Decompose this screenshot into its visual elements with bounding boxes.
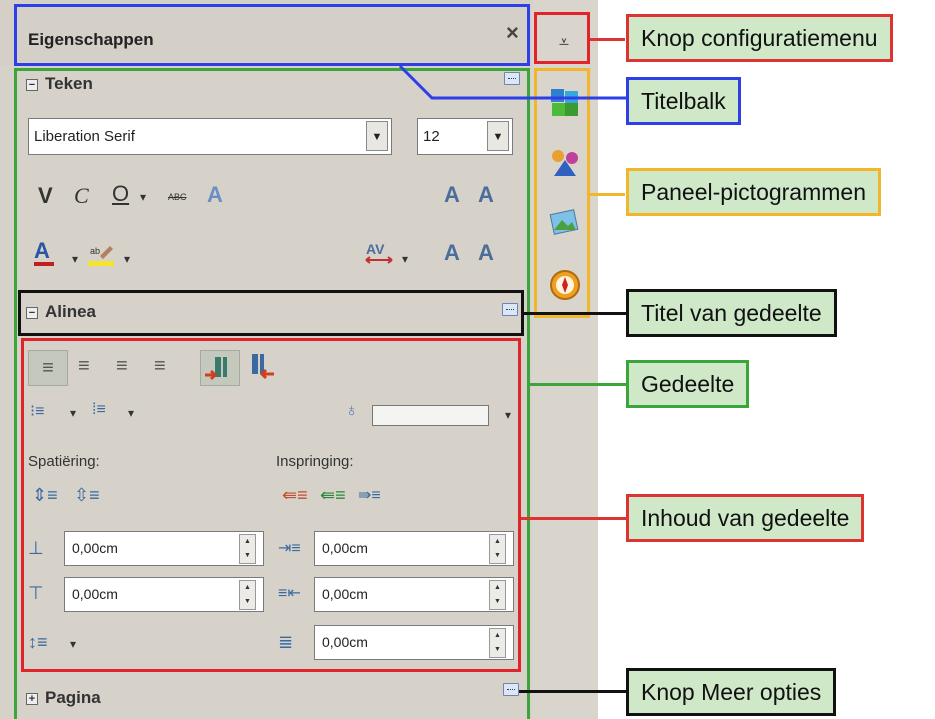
connector-section-title bbox=[524, 312, 628, 315]
panel-icons-highlight bbox=[534, 68, 590, 318]
callout-section-content: Inhoud van gedeelte bbox=[626, 494, 865, 542]
callout-panel-icons: Paneel-pictogrammen bbox=[626, 168, 882, 216]
callout-more-options: Knop Meer opties bbox=[626, 668, 837, 716]
callout-section: Gedeelte bbox=[626, 360, 750, 408]
section-title-highlight bbox=[18, 290, 524, 336]
connector-content bbox=[521, 517, 628, 520]
config-menu-highlight bbox=[534, 12, 590, 64]
section-content-highlight bbox=[21, 338, 521, 672]
callout-section-title: Titel van gedeelte bbox=[626, 289, 837, 337]
connector-more bbox=[519, 690, 628, 693]
connector-section bbox=[530, 383, 628, 386]
title-bar-highlight bbox=[14, 4, 530, 66]
callout-title-bar: Titelbalk bbox=[626, 77, 741, 125]
connector-panel-icons bbox=[590, 193, 625, 196]
callout-config-menu: Knop configuratiemenu bbox=[626, 14, 893, 62]
connector-titlebar bbox=[398, 64, 628, 100]
connector-config bbox=[590, 38, 625, 41]
